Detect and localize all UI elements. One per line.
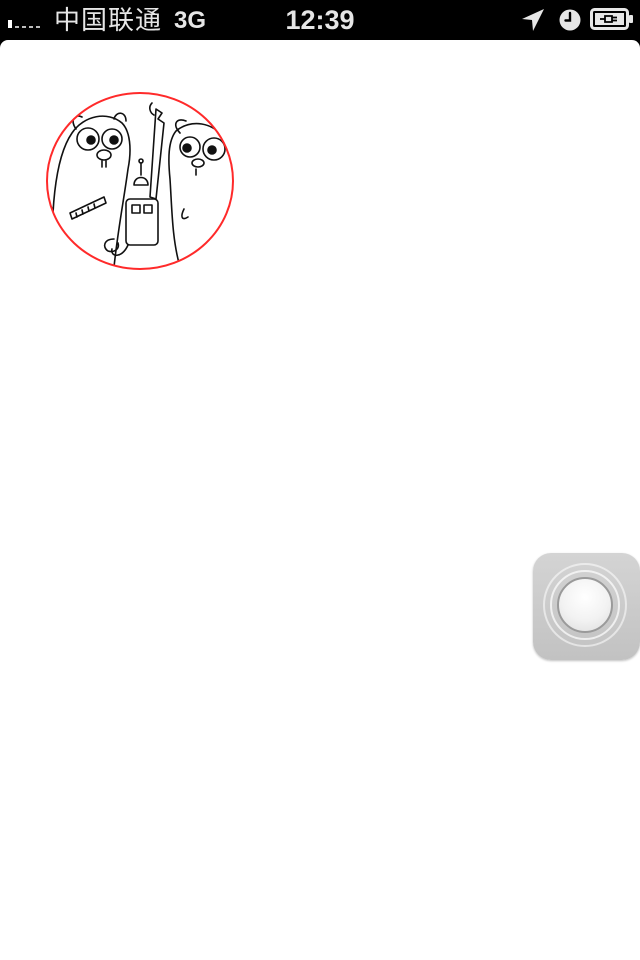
wrench-figure bbox=[149, 108, 165, 200]
robot-figure bbox=[133, 176, 149, 186]
app-screen bbox=[0, 40, 640, 960]
alarm-clock-icon bbox=[559, 9, 581, 31]
gopher-image bbox=[46, 92, 234, 270]
image-oval-outline bbox=[46, 92, 234, 270]
location-arrow-icon bbox=[522, 9, 544, 31]
status-bar: 中国联通 3G 12:39 bbox=[0, 0, 640, 40]
assistive-touch-icon bbox=[557, 577, 613, 633]
battery-charging-icon bbox=[590, 8, 633, 30]
assistive-touch-button[interactable] bbox=[533, 553, 640, 660]
